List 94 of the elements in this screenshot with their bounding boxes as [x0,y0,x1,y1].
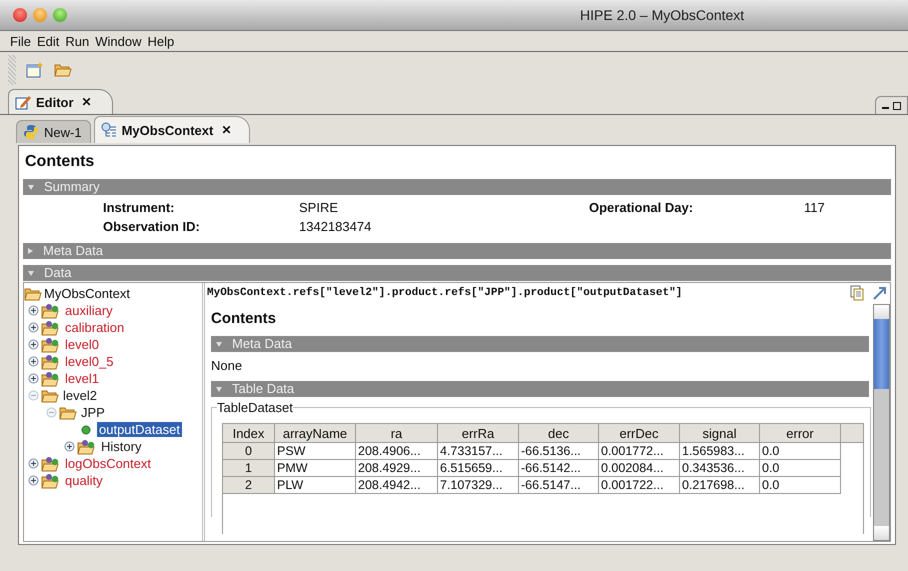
new-document-icon[interactable] [26,62,44,78]
expand-icon[interactable] [28,339,39,350]
table-cell: 0.001772... [599,443,680,460]
pencil-icon [15,94,31,110]
table-cell: 4.733157... [438,443,519,460]
table-cell: 0.0 [760,477,841,494]
meta-data-text: None [211,357,244,375]
menu-item[interactable]: Run [65,34,90,48]
table-cell: 208.4929... [356,460,438,477]
column-header[interactable]: signal [680,424,760,443]
product-folder-icon [41,336,61,352]
table-cell: 0.343536... [680,460,760,477]
product-folder-icon [41,370,61,386]
field-value: 1342183474 [299,219,372,234]
tree-item[interactable]: quality [63,473,105,488]
folder-icon [41,388,59,402]
tree-item[interactable]: logObsContext [63,456,153,471]
expand-arrow-icon[interactable] [872,285,888,301]
table-cell: 0.0 [760,443,841,460]
table-cell: 0.002084... [599,460,680,477]
tree-item[interactable]: calibration [63,320,126,335]
table-cell: 0.0 [760,460,841,477]
menu-item[interactable]: Window [95,34,142,48]
product-folder-icon [77,438,97,454]
table-cell: PLW [275,477,356,494]
product-folder-icon [41,302,61,318]
product-folder-icon [41,456,61,472]
tree-item[interactable]: level0_5 [63,354,116,369]
window-controls[interactable] [875,96,908,114]
window-title: HIPE 2.0 – MyObsContext [580,7,744,23]
dot-icon [81,424,91,434]
close-light[interactable] [13,8,27,22]
product-folder-icon [41,320,61,336]
tree-item[interactable]: JPP [79,405,107,420]
tree-item[interactable]: MyObsContext [44,286,130,301]
tree-item[interactable]: auxiliary [63,303,115,318]
column-header[interactable]: ra [356,424,438,443]
editor-tab[interactable]: Editor ✕ [8,89,113,114]
field-value: 117 [804,200,826,215]
table-cell: PMW [275,460,356,477]
menu-item[interactable]: Help [147,34,174,48]
group-title: TableDataset [217,400,293,415]
tree-structure-icon [100,122,117,138]
table-cell: -66.5142... [519,460,599,477]
field-label: Observation ID: [103,219,201,234]
document-tab[interactable]: New-1 [16,120,91,143]
column-header[interactable]: errRa [438,424,519,443]
table-cell: PSW [275,443,356,460]
folder-icon [59,406,77,420]
table-cell: -66.5147... [519,477,599,494]
menu-item[interactable]: Edit [36,34,60,48]
folder-icon [24,286,42,300]
table-cell: -66.5136... [519,443,599,460]
row-index: 2 [223,477,275,494]
copy-icon[interactable] [850,285,864,301]
column-header[interactable]: error [760,424,841,443]
product-folder-icon [41,472,61,488]
path-text: MyObsContext.refs["level2"].product.refs["JPP"].product["outputDataset"] [207,287,682,299]
menu-item[interactable]: File [10,34,31,48]
tree-item[interactable]: level1 [63,371,101,386]
contents-heading: Contents [211,309,277,329]
document-tab[interactable]: MyObsContext ✕ [94,116,250,143]
column-header[interactable]: errDec [599,424,680,443]
row-index: 0 [223,443,275,460]
table-cell: 208.4906... [356,443,438,460]
contents-heading: Contents [24,152,96,172]
expand-icon[interactable] [28,322,39,333]
tree-item[interactable]: level0 [63,337,101,352]
column-header[interactable]: arrayName [275,424,356,443]
toolbar-grip[interactable] [8,55,16,85]
tree-item[interactable]: History [99,439,144,454]
field-label: Instrument: [103,200,176,215]
python-icon [23,124,39,140]
table-cell: 7.107329... [438,477,519,494]
expand-icon[interactable] [28,458,39,469]
field-label: Operational Day: [589,200,694,215]
tree-item[interactable]: level2 [61,388,99,403]
product-folder-icon [41,354,61,370]
column-header[interactable]: dec [519,424,599,443]
expand-icon[interactable] [28,475,39,486]
table-cell: 0.001722... [599,477,680,494]
table-cell: 208.4942... [356,477,438,494]
expand-icon[interactable] [28,305,39,316]
expand-icon[interactable] [28,373,39,384]
table-cell: 1.565983... [680,443,760,460]
scrollbar[interactable] [873,304,890,541]
folder-icon[interactable] [54,63,72,77]
table-cell: 6.515659... [438,460,519,477]
row-index: 1 [223,460,275,477]
tree-item[interactable]: outputDataset [97,422,182,437]
expand-icon[interactable] [64,441,75,452]
expand-icon[interactable] [28,356,39,367]
field-value: SPIRE [299,200,340,215]
table-cell: 0.217698... [680,477,760,494]
